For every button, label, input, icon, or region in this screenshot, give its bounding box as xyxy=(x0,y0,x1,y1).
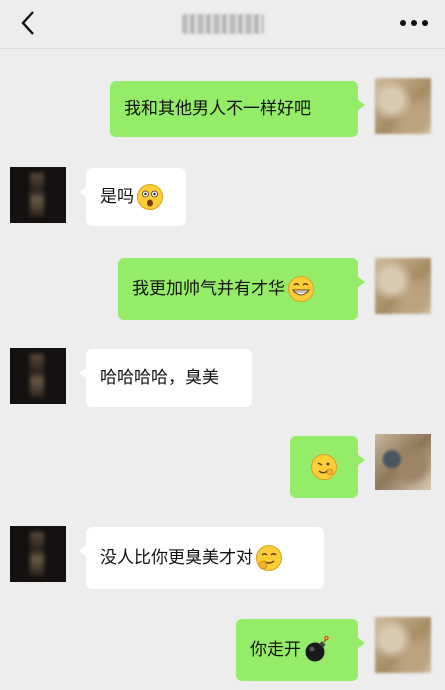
message-bubble-sent[interactable]: 我更加帅气并有才华 xyxy=(118,258,365,320)
more-horizontal-icon[interactable] xyxy=(397,10,431,36)
message-text: 哈哈哈哈，臭美 xyxy=(100,367,219,388)
message-text: 你走开 xyxy=(250,639,301,660)
grin-face-icon xyxy=(288,276,314,302)
chevron-left-icon[interactable] xyxy=(14,8,44,38)
message-bubble-sent[interactable]: 我和其他男人不一样好吧 xyxy=(110,81,365,137)
avatar-contact[interactable] xyxy=(10,167,66,223)
message-bubble-received[interactable]: 哈哈哈哈，臭美 xyxy=(79,349,252,407)
avatar-contact[interactable] xyxy=(10,526,66,582)
chat-header xyxy=(0,0,445,49)
message-bubble-received[interactable]: 没人比你更臭美才对 xyxy=(79,527,324,589)
contact-name-blurred xyxy=(182,14,264,34)
message-bubble-sent[interactable]: 你走开 xyxy=(236,619,365,681)
avatar-me[interactable] xyxy=(375,617,431,673)
avatar-me[interactable] xyxy=(375,78,431,134)
snicker-face-icon xyxy=(256,545,282,571)
message-bubble-received[interactable]: 是吗 xyxy=(79,168,186,226)
message-text: 我更加帅气并有才华 xyxy=(132,278,285,299)
sly-face-icon xyxy=(311,454,337,480)
shocked-face-icon xyxy=(137,184,163,210)
avatar-contact[interactable] xyxy=(10,348,66,404)
message-bubble-sent[interactable] xyxy=(290,436,365,498)
message-text: 没人比你更臭美才对 xyxy=(100,547,253,568)
message-text: 我和其他男人不一样好吧 xyxy=(124,98,311,119)
avatar-me[interactable] xyxy=(375,434,431,490)
message-text: 是吗 xyxy=(100,186,134,207)
avatar-me[interactable] xyxy=(375,258,431,314)
bomb-icon xyxy=(305,636,329,662)
